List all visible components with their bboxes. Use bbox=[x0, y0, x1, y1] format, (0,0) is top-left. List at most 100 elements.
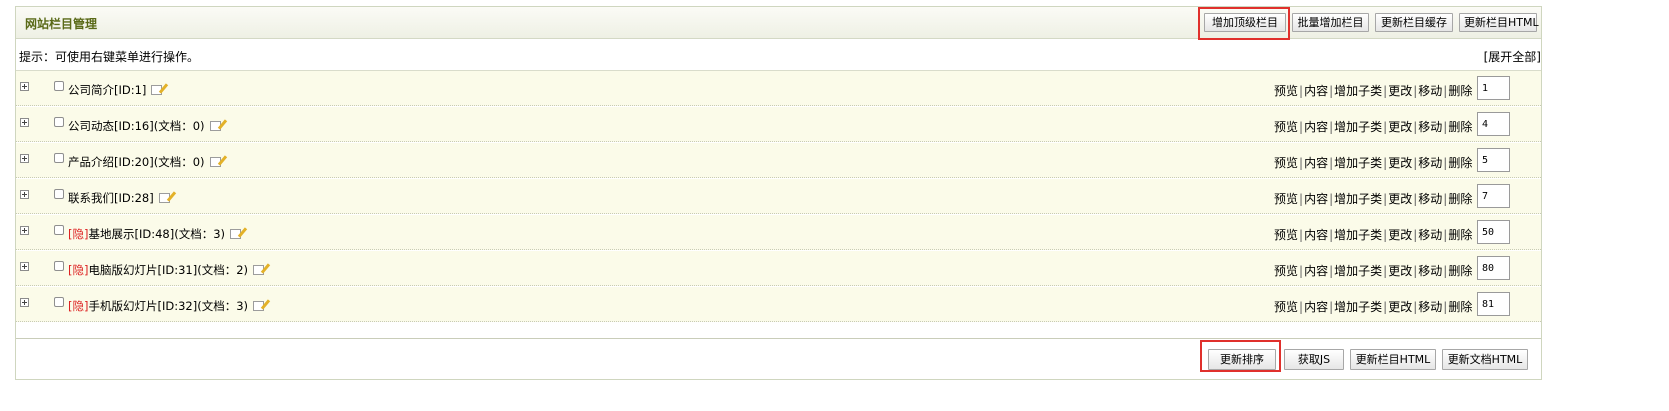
column-name[interactable]: 电脑版幻灯片 bbox=[88, 263, 157, 277]
column-info: [ID:48](文档：3) bbox=[134, 227, 226, 241]
column-name[interactable]: 联系我们 bbox=[68, 191, 114, 205]
update-column-html-footer-button[interactable]: 更新栏目HTML bbox=[1350, 349, 1436, 370]
title-bar: 网站栏目管理 增加顶级栏目 批量增加栏目 更新栏目缓存 更新栏目HTML bbox=[16, 7, 1541, 39]
column-name[interactable]: 公司简介 bbox=[68, 83, 114, 97]
op-add-subclass[interactable]: 增加子类 bbox=[1334, 228, 1382, 242]
add-top-column-button[interactable]: 增加顶级栏目 bbox=[1204, 13, 1286, 32]
op-modify[interactable]: 更改 bbox=[1388, 120, 1412, 134]
op-content[interactable]: 内容 bbox=[1304, 300, 1328, 314]
op-add-subclass[interactable]: 增加子类 bbox=[1334, 192, 1382, 206]
op-delete[interactable]: 删除 bbox=[1448, 192, 1472, 206]
expand-plus-icon[interactable] bbox=[20, 298, 29, 307]
sort-order-input[interactable] bbox=[1477, 148, 1510, 172]
row-checkbox[interactable] bbox=[54, 153, 64, 163]
update-sort-button[interactable]: 更新排序 bbox=[1208, 349, 1276, 370]
column-row: [隐]基地展示[ID:48](文档：3) 预览|内容|增加子类|更改|移动|删除 bbox=[16, 215, 1541, 250]
row-checkbox[interactable] bbox=[54, 189, 64, 199]
edit-icon[interactable] bbox=[209, 157, 221, 167]
op-delete[interactable]: 删除 bbox=[1448, 156, 1472, 170]
column-name[interactable]: 公司动态 bbox=[68, 119, 114, 133]
get-js-button[interactable]: 获取JS bbox=[1284, 349, 1344, 370]
op-modify[interactable]: 更改 bbox=[1388, 84, 1412, 98]
op-content[interactable]: 内容 bbox=[1304, 192, 1328, 206]
sort-order-input[interactable] bbox=[1477, 220, 1510, 244]
op-delete[interactable]: 删除 bbox=[1448, 120, 1472, 134]
update-document-html-button[interactable]: 更新文档HTML bbox=[1442, 349, 1528, 370]
expand-plus-icon[interactable] bbox=[20, 190, 29, 199]
op-content[interactable]: 内容 bbox=[1304, 264, 1328, 278]
update-column-cache-button[interactable]: 更新栏目缓存 bbox=[1375, 13, 1453, 32]
row-checkbox[interactable] bbox=[54, 297, 64, 307]
op-add-subclass[interactable]: 增加子类 bbox=[1334, 156, 1382, 170]
row-checkbox[interactable] bbox=[54, 117, 64, 127]
hidden-tag: [隐] bbox=[68, 299, 89, 313]
expand-plus-icon[interactable] bbox=[20, 226, 29, 235]
op-add-subclass[interactable]: 增加子类 bbox=[1334, 300, 1382, 314]
op-preview[interactable]: 预览 bbox=[1274, 228, 1298, 242]
op-add-subclass[interactable]: 增加子类 bbox=[1334, 264, 1382, 278]
op-move[interactable]: 移动 bbox=[1418, 84, 1442, 98]
row-checkbox[interactable] bbox=[54, 225, 64, 235]
op-preview[interactable]: 预览 bbox=[1274, 300, 1298, 314]
op-preview[interactable]: 预览 bbox=[1274, 120, 1298, 134]
op-move[interactable]: 移动 bbox=[1418, 300, 1442, 314]
row-operations: 预览|内容|增加子类|更改|移动|删除 bbox=[1274, 156, 1473, 170]
column-label: 产品介绍[ID:20](文档：0) bbox=[68, 154, 221, 170]
op-add-subclass[interactable]: 增加子类 bbox=[1334, 120, 1382, 134]
op-move[interactable]: 移动 bbox=[1418, 228, 1442, 242]
expand-plus-icon[interactable] bbox=[20, 262, 29, 271]
row-checkbox[interactable] bbox=[54, 81, 64, 91]
expand-plus-icon[interactable] bbox=[20, 154, 29, 163]
op-preview[interactable]: 预览 bbox=[1274, 264, 1298, 278]
update-column-html-button[interactable]: 更新栏目HTML bbox=[1459, 13, 1539, 32]
hint-text: 提示：可使用右键菜单进行操作。 bbox=[19, 50, 200, 64]
op-delete[interactable]: 删除 bbox=[1448, 228, 1472, 242]
column-name[interactable]: 手机版幻灯片 bbox=[88, 299, 157, 313]
edit-icon[interactable] bbox=[230, 229, 242, 239]
op-modify[interactable]: 更改 bbox=[1388, 192, 1412, 206]
op-content[interactable]: 内容 bbox=[1304, 156, 1328, 170]
edit-icon[interactable] bbox=[151, 85, 163, 95]
column-name[interactable]: 基地展示 bbox=[88, 227, 134, 241]
op-delete[interactable]: 删除 bbox=[1448, 84, 1472, 98]
hidden-tag: [隐] bbox=[68, 227, 89, 241]
expand-plus-icon[interactable] bbox=[20, 82, 29, 91]
column-row: 联系我们[ID:28] 预览|内容|增加子类|更改|移动|删除 bbox=[16, 179, 1541, 214]
edit-icon[interactable] bbox=[253, 301, 265, 311]
op-move[interactable]: 移动 bbox=[1418, 264, 1442, 278]
expand-plus-icon[interactable] bbox=[20, 118, 29, 127]
edit-icon[interactable] bbox=[209, 121, 221, 131]
op-add-subclass[interactable]: 增加子类 bbox=[1334, 84, 1382, 98]
op-move[interactable]: 移动 bbox=[1418, 156, 1442, 170]
sort-order-input[interactable] bbox=[1477, 112, 1510, 136]
op-move[interactable]: 移动 bbox=[1418, 120, 1442, 134]
op-preview[interactable]: 预览 bbox=[1274, 156, 1298, 170]
column-row: [隐]手机版幻灯片[ID:32](文档：3) 预览|内容|增加子类|更改|移动|… bbox=[16, 287, 1541, 322]
expand-all-link[interactable]: [展开全部] bbox=[1484, 48, 1541, 65]
column-name[interactable]: 产品介绍 bbox=[68, 155, 114, 169]
column-row: 公司简介[ID:1] 预览|内容|增加子类|更改|移动|删除 bbox=[16, 71, 1541, 106]
op-preview[interactable]: 预览 bbox=[1274, 192, 1298, 206]
op-content[interactable]: 内容 bbox=[1304, 228, 1328, 242]
edit-icon[interactable] bbox=[253, 265, 265, 275]
column-info: [ID:20](文档：0) bbox=[114, 155, 205, 169]
sort-order-input[interactable] bbox=[1477, 292, 1510, 316]
sort-order-input[interactable] bbox=[1477, 256, 1510, 280]
column-info: [ID:31](文档：2) bbox=[157, 263, 249, 277]
op-content[interactable]: 内容 bbox=[1304, 120, 1328, 134]
op-modify[interactable]: 更改 bbox=[1388, 156, 1412, 170]
op-move[interactable]: 移动 bbox=[1418, 192, 1442, 206]
row-operations: 预览|内容|增加子类|更改|移动|删除 bbox=[1274, 120, 1473, 134]
op-preview[interactable]: 预览 bbox=[1274, 84, 1298, 98]
sort-order-input[interactable] bbox=[1477, 76, 1510, 100]
op-modify[interactable]: 更改 bbox=[1388, 228, 1412, 242]
sort-order-input[interactable] bbox=[1477, 184, 1510, 208]
op-delete[interactable]: 删除 bbox=[1448, 300, 1472, 314]
op-delete[interactable]: 删除 bbox=[1448, 264, 1472, 278]
op-modify[interactable]: 更改 bbox=[1388, 300, 1412, 314]
edit-icon[interactable] bbox=[158, 193, 170, 203]
batch-add-column-button[interactable]: 批量增加栏目 bbox=[1292, 13, 1369, 32]
op-content[interactable]: 内容 bbox=[1304, 84, 1328, 98]
op-modify[interactable]: 更改 bbox=[1388, 264, 1412, 278]
row-checkbox[interactable] bbox=[54, 261, 64, 271]
